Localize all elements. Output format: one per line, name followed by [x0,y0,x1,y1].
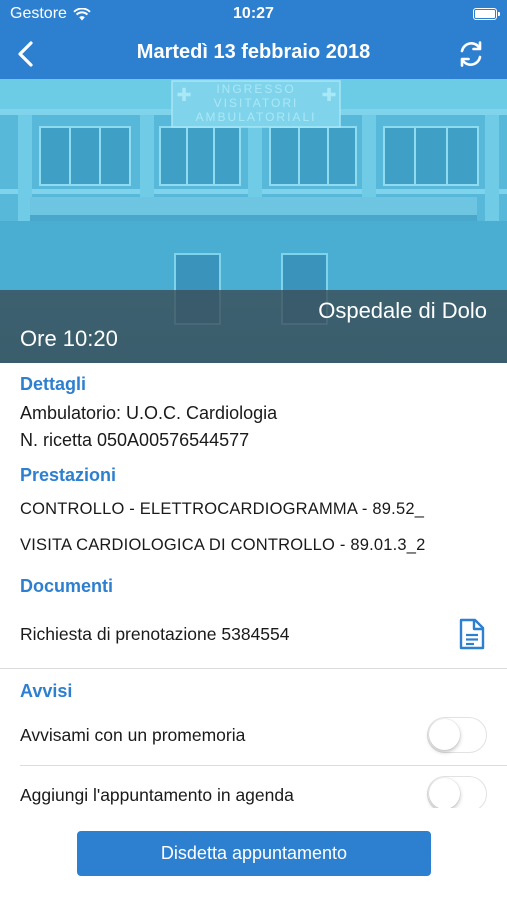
chevron-left-icon [18,41,33,67]
prestazioni-title: Prestazioni [20,465,117,485]
refresh-icon [460,41,482,67]
prestazione-item: CONTROLLO - ELETTROCARDIOGRAMMA - 89.52_ [20,500,425,518]
toggle-knob [429,778,460,809]
battery-icon [473,8,500,20]
status-bar: Gestore 10:27 [0,0,507,28]
prestazione-item: VISITA CARDIOLOGICA DI CONTROLLO - 89.01… [20,536,426,554]
svg-text:INGRESSO: INGRESSO [216,82,295,96]
svg-text:✚: ✚ [176,85,191,105]
cancel-appointment-button[interactable]: Disdetta appuntamento [77,831,431,876]
document-icon[interactable] [459,618,485,650]
section-divider [0,668,507,669]
appointment-time: Ore 10:20 [20,326,118,351]
svg-text:✚: ✚ [321,85,336,105]
toggle-knob [429,719,460,750]
details-title: Dettagli [20,374,87,394]
avvisi-title: Avvisi [20,681,73,701]
reminder-label: Avvisami con un promemoria [20,725,246,745]
hospital-name: Ospedale di Dolo [318,298,487,323]
status-time: 10:27 [233,5,274,22]
hospital-image: INGRESSO VISITATORI AMBULATORIALI ✚ ✚ Os… [0,79,507,363]
svg-text:AMBULATORIALI: AMBULATORIALI [196,110,317,124]
refresh-button[interactable] [455,38,487,70]
page-title: Martedì 13 febbraio 2018 [136,41,371,63]
ambulatorio-text: Ambulatorio: U.O.C. Cardiologia [20,403,278,423]
documenti-title: Documenti [20,576,114,596]
reminder-toggle[interactable] [427,717,487,753]
document-item-label[interactable]: Richiesta di prenotazione 5384554 [20,624,290,645]
nav-bar: Martedì 13 febbraio 2018 [0,28,507,79]
ricetta-text: N. ricetta 050A00576544577 [20,430,250,450]
agenda-toggle[interactable] [427,776,487,812]
svg-text:VISITATORI: VISITATORI [214,96,299,110]
row-divider [20,765,507,766]
back-button[interactable] [10,36,46,72]
agenda-label: Aggiungi l'appuntamento in agenda [20,785,294,805]
hero-overlay: Ospedale di Dolo Ore 10:20 [0,290,507,363]
